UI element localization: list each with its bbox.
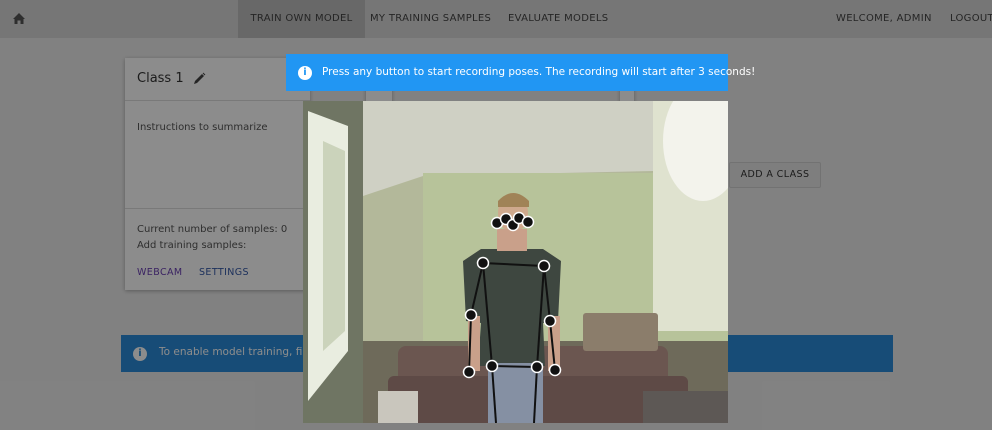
recording-notice-text: Press any button to start recording pose… <box>322 66 756 78</box>
webcam-feed <box>303 101 728 423</box>
recording-notice: i Press any button to start recording po… <box>286 54 755 91</box>
webcam-image <box>303 101 728 423</box>
info-icon: i <box>298 66 312 80</box>
